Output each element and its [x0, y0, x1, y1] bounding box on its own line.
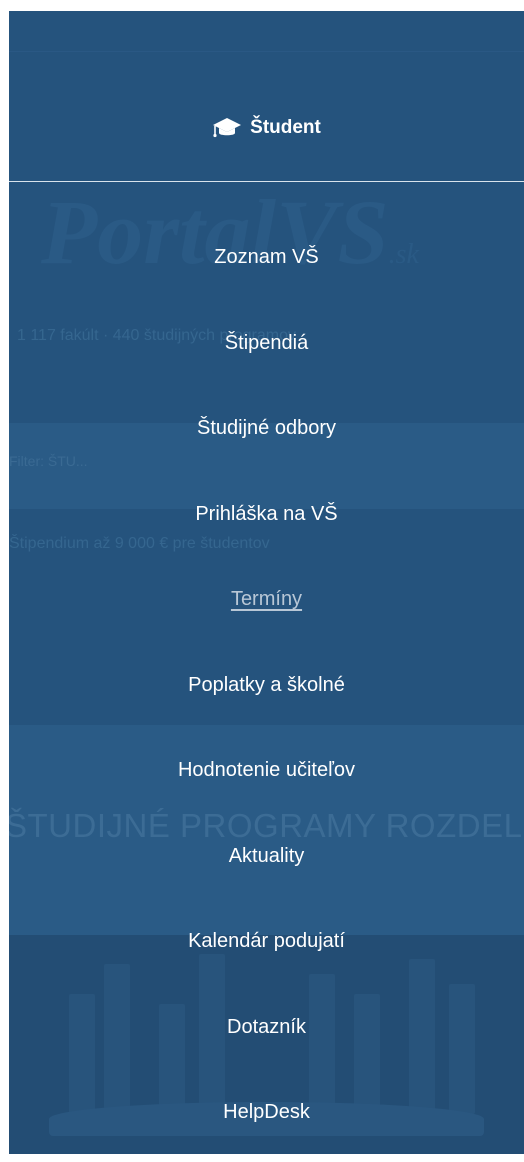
menu-item: Kalendár podujatí	[9, 900, 524, 986]
menu-link-helpdesk[interactable]: HelpDesk	[223, 1071, 310, 1124]
menu-link-dotaznik[interactable]: Dotazník	[227, 986, 306, 1039]
menu-item: Termíny	[9, 558, 524, 644]
menu-link-aktuality[interactable]: Aktuality	[229, 815, 305, 868]
menu-item: Hodnotenie učiteľov	[9, 729, 524, 815]
menu-header: Študent	[9, 11, 524, 182]
menu-item: Štipendiá	[9, 302, 524, 388]
menu-link-zoznam-vs[interactable]: Zoznam VŠ	[214, 216, 318, 269]
menu-item: Zoznam VŠ	[9, 216, 524, 302]
menu-item: Poplatky a školné	[9, 644, 524, 730]
menu-item: Študijné odbory	[9, 387, 524, 473]
menu-item: Dotazník	[9, 986, 524, 1072]
menu-link-stipendia[interactable]: Štipendiá	[225, 302, 308, 355]
menu-link-terminy[interactable]: Termíny	[231, 558, 302, 611]
menu-item: Aktuality	[9, 815, 524, 901]
menu-list: Zoznam VŠ Štipendiá Študijné odbory Prih…	[9, 216, 524, 1154]
menu-link-prihlaska[interactable]: Prihláška na VŠ	[195, 473, 337, 526]
menu-link-hodnotenie-ucitelov[interactable]: Hodnotenie učiteľov	[178, 729, 355, 782]
mobile-menu-panel: PortalVS.sk 1 117 fakúlt · 440 študijnýc…	[9, 11, 524, 1154]
graduation-cap-icon	[213, 118, 242, 138]
brand-label: Študent	[250, 117, 321, 138]
menu-link-kalendar[interactable]: Kalendár podujatí	[188, 900, 345, 953]
menu-item: HelpDesk	[9, 1071, 524, 1154]
menu-link-poplatky[interactable]: Poplatky a školné	[188, 644, 345, 697]
student-section-title[interactable]: Študent	[212, 117, 321, 139]
menu-item: Prihláška na VŠ	[9, 473, 524, 559]
menu-link-studijne-odbory[interactable]: Študijné odbory	[197, 387, 336, 440]
